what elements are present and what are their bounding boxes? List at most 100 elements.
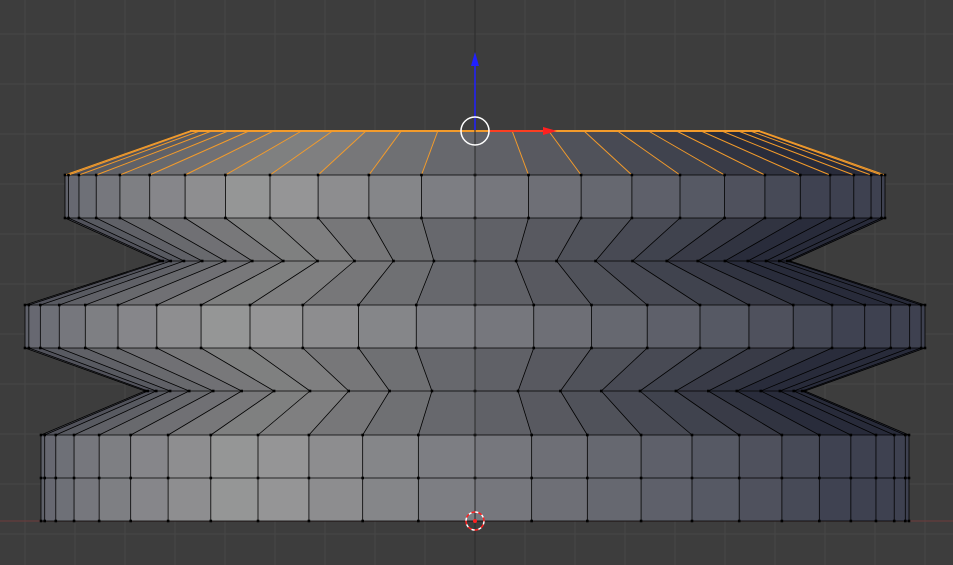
mesh-vertex[interactable] bbox=[361, 476, 364, 480]
mesh-vertex[interactable] bbox=[27, 346, 31, 350]
mesh-vertex[interactable] bbox=[852, 216, 856, 220]
mesh-face[interactable] bbox=[368, 175, 422, 218]
mesh-face[interactable] bbox=[641, 478, 692, 521]
mesh-vertex[interactable] bbox=[590, 303, 593, 307]
mesh-vertex[interactable] bbox=[798, 173, 802, 177]
mesh-vertex[interactable] bbox=[63, 216, 67, 220]
mesh-face[interactable] bbox=[894, 478, 906, 521]
mesh-vertex[interactable] bbox=[94, 173, 98, 177]
mesh-vertex[interactable] bbox=[361, 433, 364, 437]
mesh-vertex[interactable] bbox=[63, 173, 67, 177]
mesh-face[interactable] bbox=[362, 478, 419, 521]
mesh-face[interactable] bbox=[119, 175, 150, 218]
mesh-face[interactable] bbox=[819, 435, 851, 478]
mesh-face[interactable] bbox=[819, 478, 851, 521]
mesh-vertex[interactable] bbox=[392, 259, 395, 263]
mesh-vertex[interactable] bbox=[183, 216, 187, 220]
mesh-vertex[interactable] bbox=[527, 173, 530, 177]
mesh-vertex[interactable] bbox=[869, 173, 873, 177]
mesh-vertex[interactable] bbox=[316, 216, 320, 220]
mesh-vertex[interactable] bbox=[630, 216, 634, 220]
3d-viewport[interactable] bbox=[0, 0, 953, 565]
mesh-vertex[interactable] bbox=[388, 389, 391, 393]
mesh-vertex[interactable] bbox=[146, 389, 150, 393]
mesh-vertex[interactable] bbox=[23, 303, 27, 307]
mesh-vertex[interactable] bbox=[919, 303, 923, 307]
mesh-vertex[interactable] bbox=[780, 433, 784, 437]
mesh-vertex[interactable] bbox=[849, 476, 853, 480]
mesh-vertex[interactable] bbox=[155, 303, 159, 307]
mesh-face[interactable] bbox=[894, 435, 906, 478]
mesh-face[interactable] bbox=[79, 175, 97, 218]
mesh-face[interactable] bbox=[55, 435, 74, 478]
mesh-vertex[interactable] bbox=[788, 259, 792, 263]
mesh-vertex[interactable] bbox=[678, 173, 682, 177]
mesh-face[interactable] bbox=[250, 305, 303, 348]
mesh-vertex[interactable] bbox=[256, 433, 260, 437]
mesh-vertex[interactable] bbox=[818, 519, 821, 523]
mesh-vertex[interactable] bbox=[432, 259, 436, 263]
mesh-vertex[interactable] bbox=[209, 476, 213, 480]
mesh-face[interactable] bbox=[308, 435, 363, 478]
mesh-vertex[interactable] bbox=[39, 346, 42, 350]
mesh-face[interactable] bbox=[692, 435, 740, 478]
mesh-vertex[interactable] bbox=[764, 259, 768, 263]
mesh-vertex[interactable] bbox=[786, 259, 789, 263]
mesh-vertex[interactable] bbox=[240, 389, 243, 393]
mesh-vertex[interactable] bbox=[23, 346, 27, 350]
mesh-vertex[interactable] bbox=[256, 476, 260, 480]
mesh-vertex[interactable] bbox=[849, 519, 853, 523]
mesh-vertex[interactable] bbox=[892, 433, 896, 437]
mesh-vertex[interactable] bbox=[347, 389, 351, 393]
mesh-vertex[interactable] bbox=[723, 259, 727, 263]
mesh-vertex[interactable] bbox=[57, 346, 61, 350]
mesh-vertex[interactable] bbox=[874, 476, 878, 480]
mesh-face[interactable] bbox=[418, 435, 475, 478]
mesh-vertex[interactable] bbox=[698, 346, 702, 350]
mesh-vertex[interactable] bbox=[892, 476, 896, 480]
mesh-vertex[interactable] bbox=[420, 216, 423, 220]
mesh-vertex[interactable] bbox=[301, 346, 305, 350]
mesh-vertex[interactable] bbox=[690, 519, 694, 523]
mesh-vertex[interactable] bbox=[200, 259, 204, 263]
mesh-face[interactable] bbox=[724, 175, 765, 218]
mesh-face[interactable] bbox=[44, 435, 56, 478]
mesh-face[interactable] bbox=[680, 175, 725, 218]
mesh-vertex[interactable] bbox=[594, 259, 597, 263]
mesh-vertex[interactable] bbox=[903, 519, 907, 523]
mesh-vertex[interactable] bbox=[747, 303, 751, 307]
mesh-face[interactable] bbox=[881, 175, 886, 218]
mesh-vertex[interactable] bbox=[707, 389, 710, 393]
mesh-vertex[interactable] bbox=[353, 259, 356, 263]
mesh-face[interactable] bbox=[871, 175, 882, 218]
mesh-vertex[interactable] bbox=[780, 476, 784, 480]
mesh-vertex[interactable] bbox=[39, 519, 43, 523]
mesh-face[interactable] bbox=[921, 305, 925, 348]
mesh-vertex[interactable] bbox=[154, 389, 158, 393]
mesh-vertex[interactable] bbox=[903, 476, 907, 480]
mesh-vertex[interactable] bbox=[118, 216, 122, 220]
mesh-face[interactable] bbox=[210, 478, 258, 521]
mesh-vertex[interactable] bbox=[118, 173, 122, 177]
mesh-face[interactable] bbox=[528, 175, 582, 218]
mesh-vertex[interactable] bbox=[256, 519, 260, 523]
mesh-face[interactable] bbox=[781, 435, 820, 478]
mesh-vertex[interactable] bbox=[579, 173, 583, 177]
mesh-vertex[interactable] bbox=[224, 173, 227, 177]
mesh-face[interactable] bbox=[748, 305, 794, 348]
mesh-face[interactable] bbox=[531, 435, 588, 478]
mesh-vertex[interactable] bbox=[39, 433, 43, 437]
mesh-face[interactable] bbox=[258, 478, 309, 521]
mesh-face[interactable] bbox=[358, 305, 417, 348]
mesh-vertex[interactable] bbox=[67, 216, 70, 220]
mesh-vertex[interactable] bbox=[798, 216, 802, 220]
mesh-vertex[interactable] bbox=[43, 519, 47, 523]
mesh-vertex[interactable] bbox=[223, 259, 227, 263]
mesh-vertex[interactable] bbox=[307, 476, 311, 480]
mesh-face[interactable] bbox=[74, 435, 100, 478]
mesh-vertex[interactable] bbox=[908, 303, 911, 307]
mesh-vertex[interactable] bbox=[43, 433, 47, 437]
mesh-vertex[interactable] bbox=[514, 259, 518, 263]
mesh-vertex[interactable] bbox=[696, 259, 700, 263]
mesh-face[interactable] bbox=[85, 305, 118, 348]
